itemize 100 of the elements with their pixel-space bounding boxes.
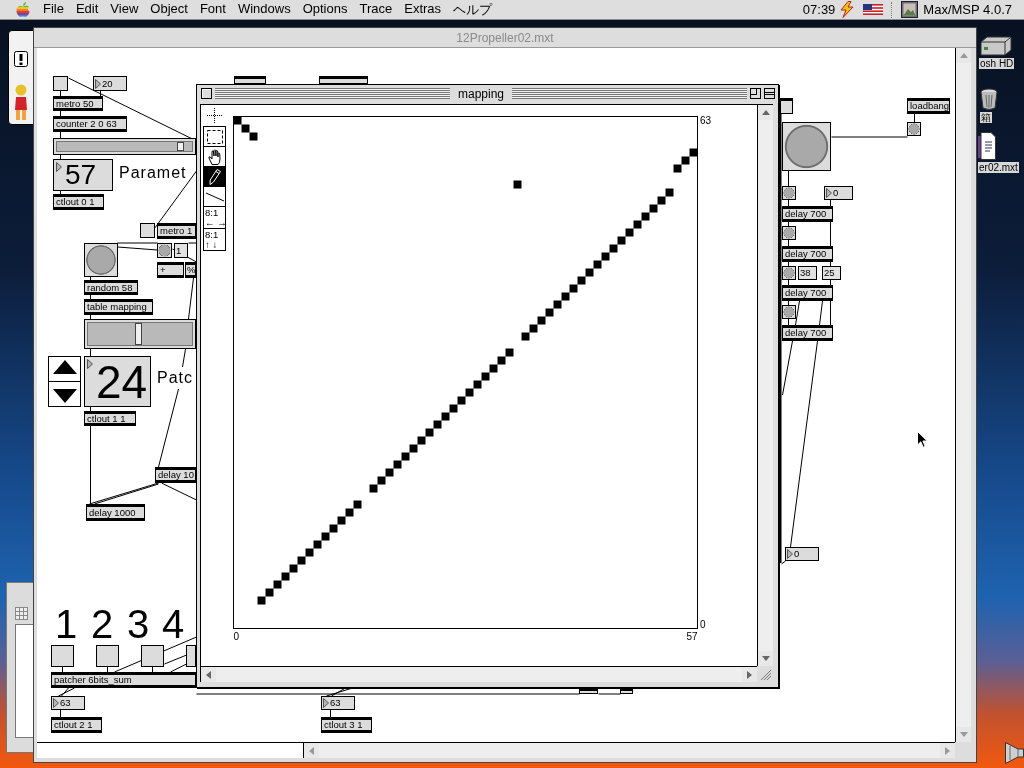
pad-button[interactable] <box>141 645 164 667</box>
data-point <box>385 468 394 477</box>
bang-button[interactable] <box>782 122 831 171</box>
pad-button[interactable] <box>186 645 196 667</box>
tool-button[interactable]: 8:1 ← → <box>203 206 226 229</box>
data-point <box>289 564 298 573</box>
data-point <box>481 372 490 381</box>
vertical-scrollbar[interactable] <box>757 104 773 666</box>
menu-item[interactable]: Extras <box>398 0 448 19</box>
bang-button[interactable] <box>782 305 796 319</box>
down-arrow-icon[interactable] <box>52 388 77 403</box>
data-point <box>689 148 698 157</box>
patch-cord <box>182 348 186 368</box>
data-point <box>393 460 402 469</box>
scroll-up-button[interactable] <box>758 105 773 120</box>
pad-button[interactable] <box>140 223 155 238</box>
object-box: ctlout 3 1 <box>321 717 372 733</box>
up-arrow-icon[interactable] <box>52 360 77 375</box>
pad-button[interactable] <box>96 645 119 667</box>
menu-item[interactable]: Trace <box>353 0 399 19</box>
number-box[interactable]: 0 <box>824 186 853 200</box>
data-point <box>649 204 658 213</box>
pad-button[interactable] <box>53 76 68 91</box>
number-box[interactable]: 63 <box>321 696 355 710</box>
clock-text[interactable]: 07:39 <box>802 2 836 17</box>
number-box[interactable]: 24 <box>84 356 151 407</box>
disk-icon[interactable] <box>979 36 1013 56</box>
data-point <box>609 244 618 253</box>
menu-item[interactable]: Edit <box>69 0 105 19</box>
data-point <box>553 300 562 309</box>
data-point <box>417 436 426 445</box>
data-point <box>353 500 362 509</box>
number-box[interactable]: 63 <box>51 696 85 710</box>
menu-item[interactable]: Object <box>144 0 194 19</box>
number-box[interactable]: 20 <box>93 76 127 91</box>
menu-item[interactable]: Windows <box>231 0 297 19</box>
number-box[interactable]: 57 <box>53 159 113 191</box>
menu-item[interactable]: File <box>37 0 70 19</box>
object-box: loadbang <box>907 98 950 114</box>
triangle-icon <box>787 549 793 559</box>
message-box[interactable]: 38 <box>798 266 817 280</box>
speaker-icon[interactable] <box>1004 742 1024 764</box>
message-box[interactable]: 1 <box>174 243 188 258</box>
picture-icon <box>901 1 919 18</box>
triangle-icon <box>826 188 832 198</box>
data-point <box>545 308 554 317</box>
exclamation-icon <box>14 51 28 67</box>
up-arrow-icon <box>761 110 770 115</box>
data-point <box>433 420 442 429</box>
tool-button[interactable] <box>203 166 226 187</box>
tool-button[interactable] <box>203 146 226 167</box>
scroll-left-button[interactable] <box>201 667 216 682</box>
lightning-icon[interactable] <box>839 1 856 18</box>
figure-icon <box>14 84 28 120</box>
bang-button[interactable] <box>782 226 796 240</box>
object-box: counter 2 0 63 <box>53 116 127 132</box>
collapse-box-icon[interactable] <box>764 88 775 99</box>
horizontal-scrollbar[interactable] <box>200 666 757 682</box>
bang-button[interactable] <box>907 122 921 136</box>
scroll-down-button[interactable] <box>758 651 773 666</box>
slider-knob[interactable] <box>177 142 185 151</box>
trash-icon[interactable] <box>980 88 998 110</box>
tool-button[interactable] <box>203 126 226 147</box>
bang-button[interactable] <box>782 266 796 280</box>
close-box-icon[interactable] <box>201 88 212 99</box>
bang-button[interactable] <box>782 186 796 200</box>
slider-knob[interactable] <box>135 323 143 345</box>
object-box: patcher 6bits_sum <box>51 672 196 688</box>
zoom-box-icon[interactable] <box>750 88 761 99</box>
data-point <box>465 388 474 397</box>
patch-comment: Paramet <box>119 163 188 183</box>
document-icon[interactable] <box>978 132 996 160</box>
tool-button[interactable] <box>203 186 226 207</box>
data-point <box>369 484 378 493</box>
flag-icon[interactable] <box>863 4 884 15</box>
tool-button[interactable]: 8:1 ↑ ↓ <box>203 228 226 251</box>
message-box[interactable]: 25 <box>822 266 841 280</box>
scroll-right-button[interactable] <box>742 667 757 682</box>
menu-item[interactable]: ヘルプ <box>447 0 499 19</box>
slider-track[interactable] <box>53 138 196 155</box>
triangle-icon <box>53 698 59 708</box>
menu-item[interactable]: Font <box>193 0 232 19</box>
axis-label: 63 <box>700 116 712 126</box>
object-box: random 58 <box>84 280 138 295</box>
data-point <box>345 508 354 517</box>
bang-button[interactable] <box>157 243 172 258</box>
stepper-control[interactable] <box>48 356 81 407</box>
slider-track[interactable] <box>84 319 196 349</box>
right-arrow-icon <box>747 670 752 679</box>
application-menu[interactable]: Max/MSP 4.0.7 <box>901 1 1012 18</box>
apple-icon[interactable] <box>16 2 30 17</box>
number-box[interactable]: 0 <box>785 547 819 561</box>
menu-item[interactable]: Options <box>296 0 354 19</box>
icon-label: er02.mxt <box>978 162 1019 173</box>
pad-button[interactable] <box>51 645 74 667</box>
menu-item[interactable]: View <box>104 0 145 19</box>
axis-label: 0 <box>700 619 706 630</box>
data-point <box>329 524 338 533</box>
data-point <box>241 124 250 133</box>
bang-button[interactable] <box>84 243 118 277</box>
